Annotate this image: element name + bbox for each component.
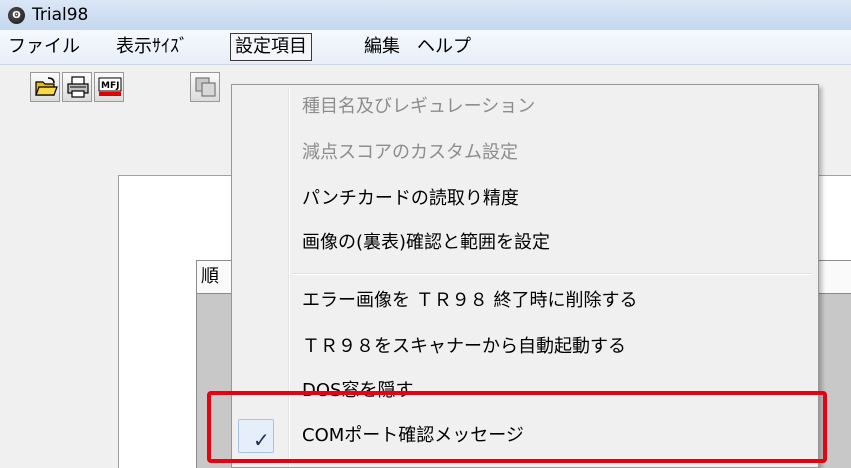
checkmark-icon: ✓ xyxy=(253,428,270,452)
mfj-button[interactable]: MFJ xyxy=(94,72,124,102)
menu-item-label: 画像の(裏表)確認と範囲を設定 xyxy=(302,232,551,253)
menu-item-label: ＴＲ９８をスキャナーから自動起動する xyxy=(302,336,626,357)
menu-item-image-range-setting[interactable]: 画像の(裏表)確認と範囲を設定 xyxy=(232,223,818,263)
printer-icon xyxy=(67,76,89,98)
mfj-icon: MFJ xyxy=(98,77,122,96)
menu-item-com-port-message[interactable]: ✓ COMポート確認メッセージ xyxy=(232,416,818,456)
app-logo-icon: ʘ xyxy=(8,7,25,24)
menu-edit[interactable]: 編集 xyxy=(360,34,404,60)
menu-settings[interactable]: 設定項目 xyxy=(230,33,312,61)
menu-item-hide-dos-window[interactable]: DOS窓を隠す xyxy=(232,371,818,411)
menu-item-auto-start-from-scanner[interactable]: ＴＲ９８をスキャナーから自動起動する xyxy=(232,327,818,367)
menu-item-label: パンチカードの読取り精度 xyxy=(302,188,519,209)
menu-item-label: 減点スコアのカスタム設定 xyxy=(302,142,518,163)
menu-file[interactable]: ファイル xyxy=(4,34,84,60)
menu-bar: ファイル 表示ｻｲｽﾞ 設定項目 編集 ヘルプ xyxy=(0,30,851,65)
open-button[interactable] xyxy=(30,72,60,102)
copy-button[interactable] xyxy=(190,72,220,102)
check-indicator: ✓ xyxy=(238,419,274,453)
grid-header-cell[interactable]: 順 xyxy=(201,261,232,293)
print-button[interactable] xyxy=(62,72,92,102)
menu-item-custom-penalty-score[interactable]: 減点スコアのカスタム設定 xyxy=(232,133,818,173)
app-window: ʘ Trial98 ファイル 表示ｻｲｽﾞ 設定項目 編集 ヘルプ MFJ 順 … xyxy=(0,0,851,468)
menu-display-size[interactable]: 表示ｻｲｽﾞ xyxy=(112,34,192,60)
menu-item-punch-card-accuracy[interactable]: パンチカードの読取り精度 xyxy=(232,179,818,219)
window-title: Trial98 xyxy=(32,5,89,25)
title-bar[interactable]: ʘ Trial98 xyxy=(0,0,851,30)
menu-item-event-regulation[interactable]: 種目名及びレギュレーション xyxy=(232,87,818,127)
menu-help[interactable]: ヘルプ xyxy=(413,34,475,60)
menu-separator xyxy=(292,273,812,275)
menu-item-label: COMポート確認メッセージ xyxy=(302,425,524,446)
menu-item-label: エラー画像を ＴＲ９８ 終了時に削除する xyxy=(302,290,638,311)
menu-item-label: 種目名及びレギュレーション xyxy=(302,96,536,117)
open-folder-icon xyxy=(35,77,58,96)
mfj-icon-text: MFJ xyxy=(101,81,119,91)
settings-dropdown-menu: 種目名及びレギュレーション 減点スコアのカスタム設定 パンチカードの読取り精度 … xyxy=(231,84,819,468)
menu-item-delete-error-images[interactable]: エラー画像を ＴＲ９８ 終了時に削除する xyxy=(232,281,818,321)
copy-icon xyxy=(195,77,216,97)
menu-item-label: DOS窓を隠す xyxy=(302,380,414,401)
